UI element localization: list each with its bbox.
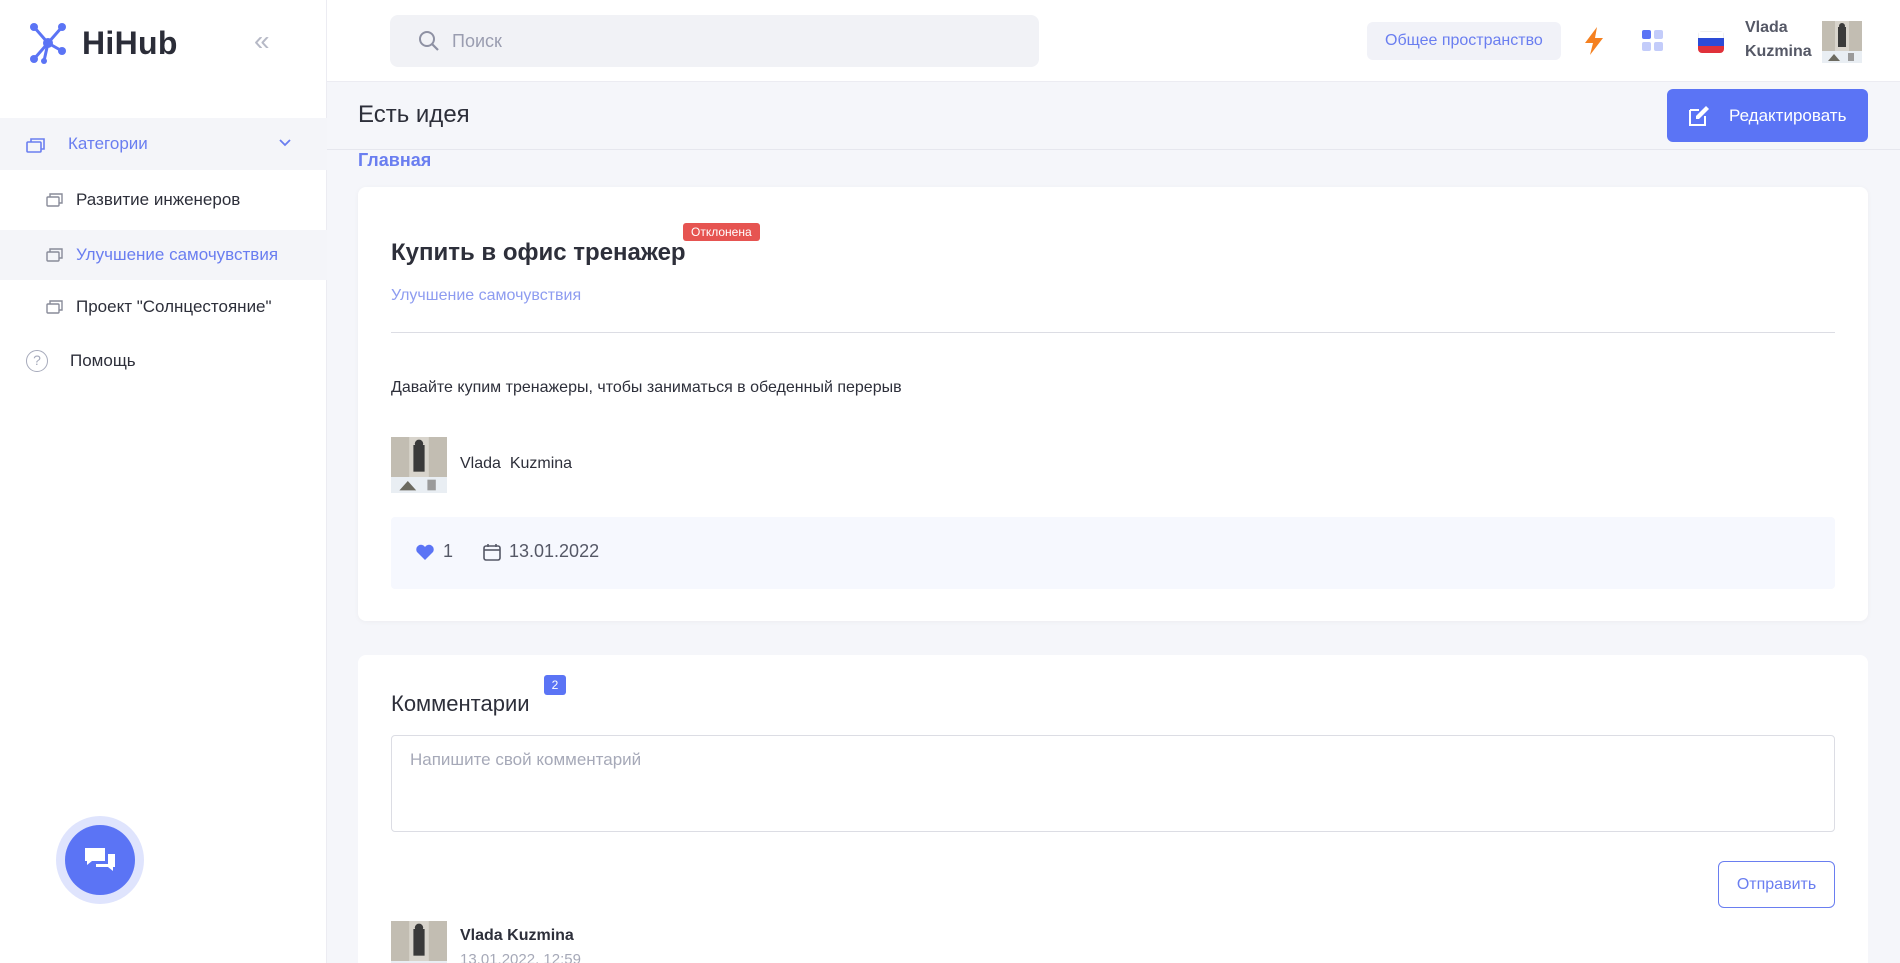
avatar[interactable] [391,921,447,963]
help-label: Помощь [70,351,136,370]
status-badge: Отклонена [683,223,760,241]
workspace-button[interactable]: Общее пространство [1367,22,1561,60]
sidebar-item-label: Улучшение самочувствия [76,245,279,264]
date-value: 13.01.2022 [509,541,600,561]
sidebar: HiHub « Категории Развитие инженеров Улу… [0,0,327,963]
category-icon [46,192,66,208]
bolt-icon[interactable] [1583,26,1605,61]
divider [327,149,1900,150]
top-header: Общее пространство Vlada Kuzmina [327,0,1900,82]
hihub-logo-icon [30,23,66,64]
heart-icon [416,544,434,560]
comments-card: Комментарии 2 Отправить Vlada Kuzmina 13… [358,655,1868,963]
comments-count-badge: 2 [544,675,566,695]
search-icon [419,31,439,51]
apps-grid-icon[interactable] [1641,29,1665,58]
user-name[interactable]: Vlada Kuzmina [1745,16,1812,64]
categories-icon [26,136,46,153]
idea-description: Давайте купим тренажеры, чтобы заниматьс… [391,379,902,396]
comment-author[interactable]: Vlada Kuzmina [460,927,574,945]
idea-card: Купить в офис тренажер Отклонена Улучшен… [358,187,1868,621]
idea-date: 13.01.2022 [483,541,599,562]
chat-icon [85,848,115,871]
edit-button[interactable]: Редактировать [1667,89,1868,142]
sidebar-item-wellbeing[interactable]: Улучшение самочувствия [0,230,327,280]
avatar[interactable] [391,437,447,493]
idea-title: Купить в офис тренажер [391,239,686,266]
like-button[interactable]: 1 [415,541,453,562]
breadcrumb[interactable]: Главная [358,150,431,171]
sidebar-item-help[interactable]: ? Помощь [26,350,136,372]
category-icon [46,299,66,315]
like-count: 1 [443,541,454,561]
sidebar-item-engineers[interactable]: Развитие инженеров [0,175,327,225]
calendar-icon [483,543,501,561]
sidebar-categories[interactable]: Категории [0,118,327,170]
sidebar-item-label: Проект "Солнцестояние" [76,297,272,316]
app-name: HiHub [82,24,178,61]
help-icon: ? [26,350,48,372]
category-icon [46,247,66,263]
idea-stats: 1 13.01.2022 [391,517,1835,589]
chevron-down-icon [279,134,291,150]
search-input[interactable] [452,30,1012,52]
author-name[interactable]: Vlada Kuzmina [460,455,572,473]
comment-date: 13.01.2022, 12:59 [460,951,581,963]
edit-icon [1689,105,1709,126]
send-button[interactable]: Отправить [1718,861,1835,908]
comments-title: Комментарии [391,691,530,716]
language-flag-icon[interactable] [1698,31,1724,53]
chat-button[interactable] [56,816,144,904]
sidebar-item-label: Развитие инженеров [76,190,241,209]
sidebar-item-solstice[interactable]: Проект "Солнцестояние" [0,282,327,332]
page-title: Есть идея [358,101,470,128]
divider [391,332,1835,333]
logo[interactable]: HiHub [26,18,178,68]
collapse-sidebar-icon[interactable]: « [254,27,280,55]
avatar[interactable] [1822,21,1862,63]
edit-label: Редактировать [1729,105,1847,125]
comment-input[interactable] [391,735,1835,832]
categories-label: Категории [68,134,148,153]
search-box[interactable] [390,15,1039,67]
idea-category-link[interactable]: Улучшение самочувствия [391,287,581,305]
